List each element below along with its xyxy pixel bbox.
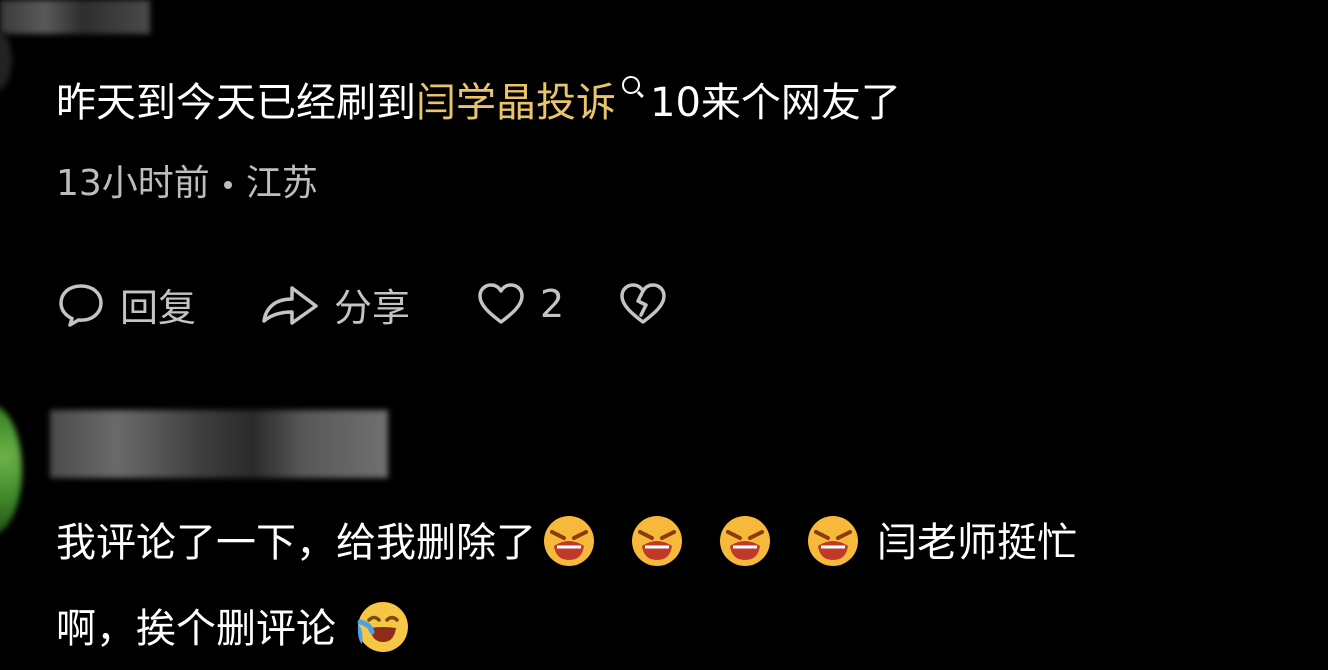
search-icon[interactable] [622,76,640,94]
search-keyword-link[interactable]: 闫学晶投诉 [416,80,616,126]
comment-text: 我评论了一下，给我删除了 闫老师挺忙 [56,516,1077,572]
share-button[interactable]: 分享 [260,277,476,332]
comment-actions: 回复 分享 2 [56,276,668,332]
angry-face-emoji [632,516,682,566]
like-button[interactable]: 2 [476,279,618,329]
like-count: 2 [540,282,565,326]
comment-location: 江苏 [245,163,318,204]
angry-face-emoji [808,516,858,566]
angry-face-emoji [720,516,770,566]
comment-time: 13小时前 [56,163,210,204]
crying-laughing-emoji [357,602,408,652]
comment-text: 昨天到今天已经刷到闫学晶投诉 10来个网友了 [56,76,901,126]
avatar[interactable] [0,405,22,535]
comment-icon [56,279,106,329]
separator-dot [223,181,232,189]
comment-meta: 13小时前 江苏 [56,162,318,206]
dislike-button[interactable] [618,279,668,329]
comment-text-after: 10来个网友了 [650,80,901,126]
comment-text-line1: 我评论了一下，给我删除了 [56,520,536,566]
comment-text-line2: 啊，挨个删评论 [56,606,336,652]
angry-face-emoji [544,516,594,566]
broken-heart-icon [618,279,668,329]
username-redacted [50,410,388,478]
comment-text: 啊，挨个删评论 [56,602,427,658]
username-redacted [0,0,150,34]
reply-button[interactable]: 回复 [56,277,260,332]
reply-label: 回复 [120,285,197,330]
comment-text-line1-tail: 闫老师挺忙 [877,520,1077,566]
avatar[interactable] [0,30,12,90]
share-icon [260,279,320,329]
heart-icon [476,279,526,329]
comment-text-before: 昨天到今天已经刷到 [56,80,416,126]
share-label: 分享 [334,285,411,330]
